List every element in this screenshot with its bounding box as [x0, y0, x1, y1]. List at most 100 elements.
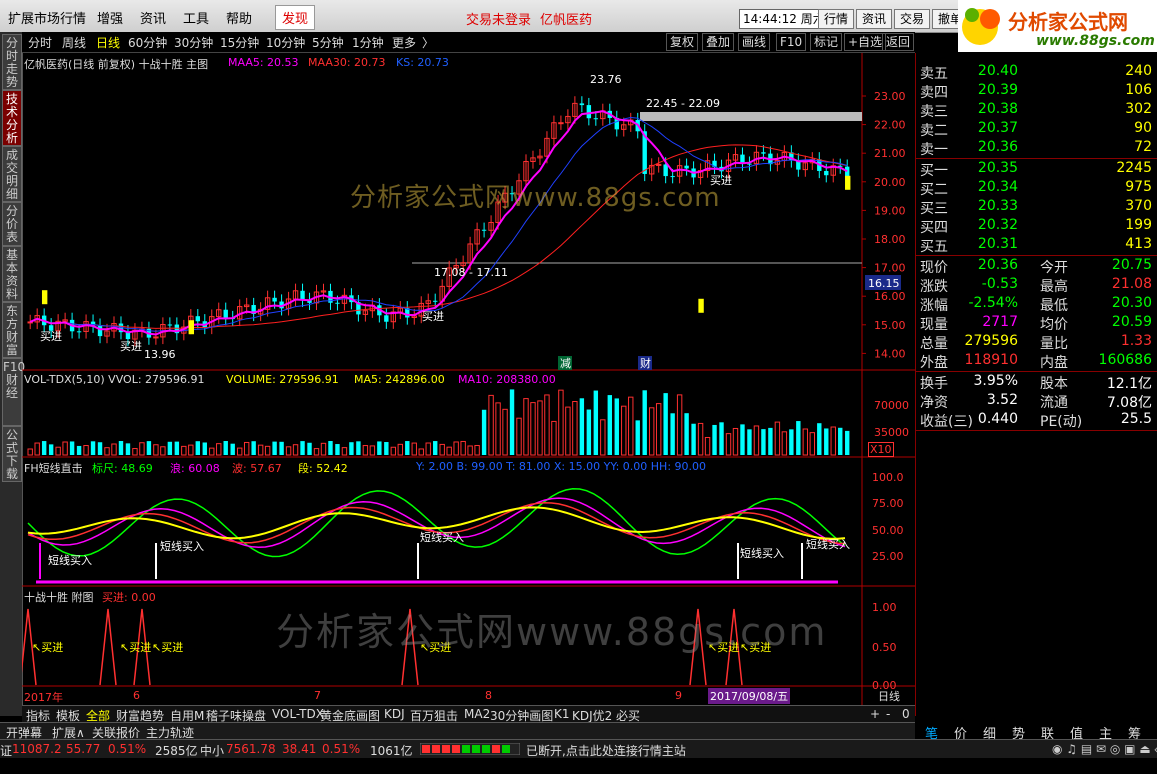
buy-label: 买进 — [120, 340, 142, 353]
info-button[interactable]: 资讯 — [856, 9, 893, 29]
period-15min[interactable]: 15分钟 — [220, 34, 259, 51]
trade-status[interactable]: 交易未登录 — [466, 9, 531, 28]
candle-down — [300, 290, 305, 300]
tray-icons[interactable]: ◉ ♫ ▤ ✉ ◎ ▣ ⏏ ◈ — [1052, 742, 1157, 756]
tab-kdj[interactable]: KDJ — [384, 707, 405, 721]
sh-index-label: 证 — [0, 744, 13, 758]
overlay-button[interactable]: 叠加 — [702, 33, 735, 51]
volume-bar-up — [774, 421, 781, 456]
volume-value: VOLUME: 279596.91 — [226, 373, 339, 386]
candle-down — [579, 103, 585, 106]
volume-bar-up — [530, 402, 536, 456]
volume-bar-down — [691, 423, 696, 455]
tab-price-table[interactable]: 分价表 — [2, 202, 22, 246]
volume-bar-up — [551, 420, 557, 456]
stock-name-notice: 亿帆医药 — [540, 13, 593, 28]
back-button[interactable]: 返回 — [882, 33, 915, 51]
tab-f10[interactable]: F10财经 — [2, 358, 25, 426]
add-watchlist-button[interactable]: +自选 — [844, 33, 887, 51]
sub-chart-title: 十战十胜 附图 — [24, 591, 94, 604]
stat-value: -2.54% — [968, 295, 1018, 311]
stat-row: 涨幅 -2.54% 最低 20.30 — [916, 295, 1154, 314]
tab-k1[interactable]: K1 — [554, 707, 570, 721]
candle-down — [586, 105, 592, 119]
mark-button[interactable]: 标记 — [810, 33, 843, 51]
chevron-right-icon[interactable]: 〉 — [422, 34, 434, 51]
volume-ma5: MA5: 242896.00 — [354, 373, 445, 386]
sz-index-value: 7561.78 — [226, 742, 276, 756]
main-chart-title: 亿帆医药(日线 前复权) 十战十胜 主图 — [24, 58, 209, 71]
period-5min[interactable]: 5分钟 — [312, 34, 344, 51]
menu-help[interactable]: 帮助 — [226, 8, 252, 27]
tab-transactions[interactable]: 成交明细 — [2, 146, 22, 202]
period-30min[interactable]: 30分钟 — [174, 34, 213, 51]
zoom-reset-button[interactable]: 0 — [902, 707, 910, 721]
fh-params: Y: 2.00 B: 99.00 T: 81.00 X: 15.00 YY: 0… — [416, 460, 707, 473]
y-tick-label: 14.00 — [874, 347, 906, 360]
ask-row: 卖一 20.36 72 — [916, 139, 1154, 158]
volume-bar-down — [377, 441, 382, 455]
fh-ripple-value: 波: 57.67 — [232, 462, 282, 475]
volume-bar-down — [167, 441, 173, 455]
volume-bar-up — [495, 402, 501, 456]
volume-bar-down — [796, 421, 801, 455]
volume-bar-up — [34, 442, 40, 456]
tab-technical[interactable]: 技术分析 — [2, 90, 22, 146]
tab-ma2[interactable]: MA2 — [464, 707, 490, 721]
period-1min[interactable]: 1分钟 — [352, 34, 384, 51]
tab-formula-download[interactable]: 公式下载 — [2, 426, 22, 482]
volume-bar-up — [362, 445, 369, 456]
volume-bar-down — [328, 441, 333, 455]
menu-discover[interactable]: 发现 — [275, 5, 316, 30]
period-weekly[interactable]: 周线 — [62, 34, 86, 51]
tab-intraday[interactable]: 分时走势 — [2, 34, 22, 90]
quotes-button[interactable]: 行情 — [818, 9, 855, 29]
zoom-out-button[interactable]: - — [886, 707, 890, 721]
volume-bar-down — [712, 424, 717, 455]
menu-extended-market[interactable]: 扩展市场行情 — [8, 8, 86, 27]
volume-bar-up — [181, 445, 187, 456]
trade-button[interactable]: 交易 — [894, 9, 931, 29]
status-bar: 证 11087.2 55.77 0.51% 2585亿 中小 7561.78 3… — [0, 739, 1157, 759]
bid-label: 买五 — [920, 239, 948, 255]
volume-bar-down — [349, 442, 354, 455]
volume-bar-up — [655, 403, 662, 456]
volume-bar-up — [676, 394, 683, 456]
volume-bar-up — [502, 408, 508, 456]
ask-row: 卖三 20.38 302 — [916, 101, 1154, 120]
sh-index-pct: 0.51% — [108, 742, 147, 756]
volume-bar-down — [195, 441, 200, 455]
menu-news[interactable]: 资讯 — [140, 8, 166, 27]
volume-bar-up — [104, 447, 110, 456]
chart-area[interactable]: 23.00 22.00 21.00 20.00 19.00 18.00 17.00 16.00… — [22, 53, 915, 705]
volume-bar-up — [111, 443, 117, 456]
connection-message[interactable]: 已断开,点击此处连接行情主站 — [526, 742, 686, 759]
volume-bar-up — [523, 398, 529, 456]
candle-down — [167, 324, 173, 326]
fh-signal-label: 短线买入 — [48, 553, 92, 567]
menu-tools[interactable]: 工具 — [183, 8, 209, 27]
period-more[interactable]: 更多 — [392, 34, 416, 51]
adjust-button[interactable]: 复权 — [666, 33, 699, 51]
menu-enhance[interactable]: 增强 — [97, 8, 123, 27]
period-intraday[interactable]: 分时 — [28, 34, 52, 51]
zoom-in-button[interactable]: + — [870, 707, 880, 721]
period-60min[interactable]: 60分钟 — [128, 34, 167, 51]
f10-button[interactable]: F10 — [776, 33, 807, 51]
volume-bar-up — [425, 442, 431, 456]
ask-volume: 90 — [1134, 120, 1152, 136]
candle-down — [761, 152, 766, 154]
volume-unit: X10 — [868, 442, 894, 457]
volume-bar-up — [83, 445, 89, 456]
draw-line-button[interactable]: 画线 — [738, 33, 771, 51]
stat-label: 内盘 — [1040, 355, 1068, 371]
stat-row: 现量 2717 均价 20.59 — [916, 314, 1154, 333]
period-daily[interactable]: 日线 — [96, 34, 120, 51]
tab-fundamentals[interactable]: 基本资料 — [2, 246, 22, 302]
tab-eastmoney[interactable]: 东方财富 — [2, 302, 22, 358]
volume-bar-down — [335, 444, 340, 455]
fh-tick: 75.00 — [872, 497, 904, 510]
tab-vol-tdx[interactable]: VOL-TDX — [272, 707, 324, 721]
period-10min[interactable]: 10分钟 — [266, 34, 305, 51]
stat-row: 总量 279596 量比 1.33 — [916, 333, 1154, 352]
